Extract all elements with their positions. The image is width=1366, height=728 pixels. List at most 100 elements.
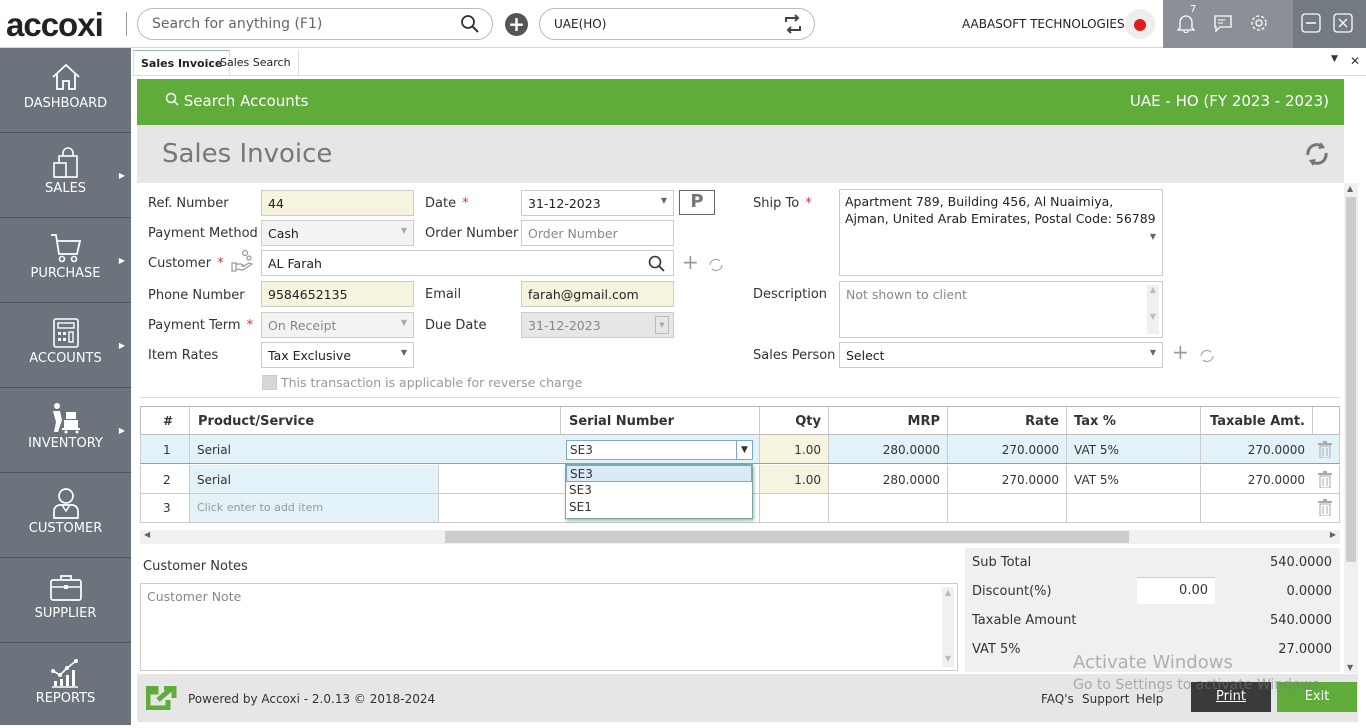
reverse-charge-checkbox[interactable] (262, 375, 277, 390)
gear-icon[interactable] (1249, 13, 1269, 38)
submenu-arrow-icon: ▶ (118, 171, 125, 180)
scrollbar-thumb[interactable] (445, 531, 1129, 543)
order-number-input[interactable]: Order Number (521, 220, 674, 246)
global-search-input[interactable]: Search for anything (F1) (137, 8, 493, 40)
customer-notes-label: Customer Notes (143, 559, 248, 574)
tab-sales-search[interactable]: Sales Search (213, 50, 299, 76)
scroll-up-icon[interactable]: ▲ (1347, 184, 1353, 193)
qty-cell[interactable]: 1.00 (788, 443, 827, 457)
tax-cell[interactable]: VAT 5% (1068, 443, 1125, 457)
phone-input[interactable]: 9584652135 (261, 281, 414, 307)
powered-by-text: Powered by Accoxi - 2.0.13 © 2018-2024 (188, 692, 436, 706)
p-toggle-button[interactable]: P (679, 190, 715, 215)
add-sales-person-icon[interactable]: + (1172, 340, 1189, 364)
table-row[interactable]: 1 Serial SE3 ▼ 1.00 280.0000 270.0000 VAT… (140, 435, 1340, 464)
customer-notes-placeholder: Customer Note (147, 589, 242, 604)
search-accounts-button[interactable]: Search Accounts (165, 92, 308, 110)
message-icon[interactable] (1213, 13, 1233, 38)
row-number: 2 (163, 473, 171, 487)
date-picker[interactable]: 31-12-2023 ▼ (521, 190, 674, 216)
ref-number-input[interactable]: 44 (261, 190, 414, 216)
payment-method-value: Cash (268, 226, 299, 241)
product-cell[interactable]: Serial (191, 443, 237, 457)
dropdown-option[interactable]: SE3 (566, 465, 752, 482)
serial-number-select[interactable]: SE3 ▼ (566, 440, 753, 460)
sidebar-item-supplier[interactable]: SUPPLIER (0, 558, 131, 643)
form-vertical-scrollbar[interactable]: ▲ ▼ (1344, 183, 1358, 673)
sidebar-item-customer[interactable]: CUSTOMER (0, 473, 131, 558)
chevron-down-icon[interactable]: ▼ (1150, 228, 1156, 245)
customer-input[interactable]: AL Farah (261, 250, 674, 276)
tax-cell[interactable]: VAT 5% (1068, 473, 1125, 487)
faq-link[interactable]: FAQ's (1041, 692, 1074, 706)
sidebar-label: CUSTOMER (28, 521, 103, 536)
add-customer-icon[interactable]: + (682, 250, 699, 274)
refresh-customer-icon[interactable] (708, 254, 724, 278)
search-icon[interactable] (648, 255, 665, 275)
add-item-placeholder[interactable]: Click enter to add item (191, 501, 329, 514)
refresh-icon[interactable] (1304, 139, 1330, 173)
scroll-left-icon[interactable]: ◀ (144, 530, 150, 539)
scrollbar-thumb[interactable] (1346, 197, 1356, 562)
add-new-button[interactable]: + (505, 13, 528, 36)
sidebar-item-reports[interactable]: REPORTS (0, 643, 131, 728)
trash-icon[interactable] (1318, 471, 1332, 492)
payment-term-select[interactable]: On Receipt ▼ (261, 312, 414, 338)
textarea-scrollbar[interactable]: ▲ ▼ (942, 587, 954, 667)
payment-method-select[interactable]: Cash ▼ (261, 220, 414, 246)
mrp-cell[interactable]: 280.0000 (877, 443, 946, 457)
close-window-icon[interactable] (1333, 13, 1353, 38)
date-value: 31-12-2023 (528, 196, 601, 211)
sales-person-select[interactable]: Select ▼ (839, 342, 1163, 368)
chevron-down-icon: ▼ (400, 226, 407, 235)
refresh-sales-person-icon[interactable] (1199, 345, 1215, 369)
dropdown-option[interactable]: SE1 (566, 499, 752, 516)
chevron-down-icon: ▼ (655, 316, 669, 334)
minimize-icon[interactable] (1301, 13, 1321, 38)
item-rates-select[interactable]: Tax Exclusive ▼ (261, 342, 414, 368)
col-header-rate: Rate (1025, 414, 1059, 429)
user-avatar[interactable] (1125, 9, 1155, 39)
sidebar-item-inventory[interactable]: INVENTORY ▶ (0, 388, 131, 473)
sidebar-item-dashboard[interactable]: DASHBOARD (0, 48, 131, 133)
trash-icon[interactable] (1318, 499, 1332, 520)
ship-to-textarea[interactable]: Apartment 789, Building 456, Al Nuaimiya… (839, 189, 1163, 276)
sidebar-item-sales[interactable]: SALES ▶ (0, 133, 131, 218)
customer-notes-textarea[interactable]: Customer Note ▲ ▼ (140, 583, 958, 671)
tab-list-dropdown-icon[interactable]: ▼ (1331, 54, 1338, 64)
qty-cell[interactable]: 1.00 (788, 473, 827, 487)
chevron-down-icon: ▼ (400, 348, 407, 357)
email-input[interactable]: farah@gmail.com (521, 281, 674, 307)
col-header-tax: Tax % (1074, 414, 1116, 429)
rate-cell[interactable]: 270.0000 (996, 443, 1065, 457)
description-label: Description (753, 287, 828, 302)
accoxi-logo[interactable]: accoxi (6, 6, 104, 44)
branch-label: UAE(HO) (554, 17, 607, 31)
shopping-bag-icon (0, 147, 131, 181)
chevron-down-icon: ▼ (1149, 348, 1156, 357)
rate-cell[interactable]: 270.0000 (996, 473, 1065, 487)
switch-branch-icon[interactable] (782, 14, 804, 37)
taxable-amount-value: 540.0000 (1269, 613, 1332, 628)
customer-hand-icon (230, 249, 254, 278)
description-textarea[interactable]: Not shown to client ▲ ▼ (839, 281, 1163, 338)
dropdown-option[interactable]: SE3 (566, 482, 752, 499)
search-icon[interactable] (460, 14, 480, 38)
product-cell[interactable]: Serial (191, 473, 237, 487)
scroll-down-icon[interactable]: ▼ (1347, 663, 1353, 672)
discount-input[interactable]: 0.00 (1137, 577, 1215, 604)
close-tab-icon[interactable]: ✕ (1350, 54, 1360, 68)
ref-number-label: Ref. Number (148, 196, 229, 211)
branch-selector[interactable]: UAE(HO) (539, 8, 815, 40)
trash-icon[interactable] (1318, 441, 1332, 462)
chevron-down-icon[interactable]: ▼ (736, 441, 752, 459)
sidebar-item-accounts[interactable]: ACCOUNTS ▶ (0, 303, 131, 388)
table-horizontal-scrollbar[interactable]: ◀ ▶ (140, 530, 1340, 544)
sidebar-item-purchase[interactable]: PURCHASE ▶ (0, 218, 131, 303)
mrp-cell[interactable]: 280.0000 (877, 473, 946, 487)
scroll-right-icon[interactable]: ▶ (1330, 530, 1336, 539)
chart-icon (0, 657, 131, 691)
bell-icon[interactable] (1176, 13, 1196, 38)
company-selector[interactable]: AABASOFT TECHNOLOGIES▶ (962, 17, 1136, 31)
textarea-scrollbar[interactable]: ▲ ▼ (1147, 285, 1159, 334)
